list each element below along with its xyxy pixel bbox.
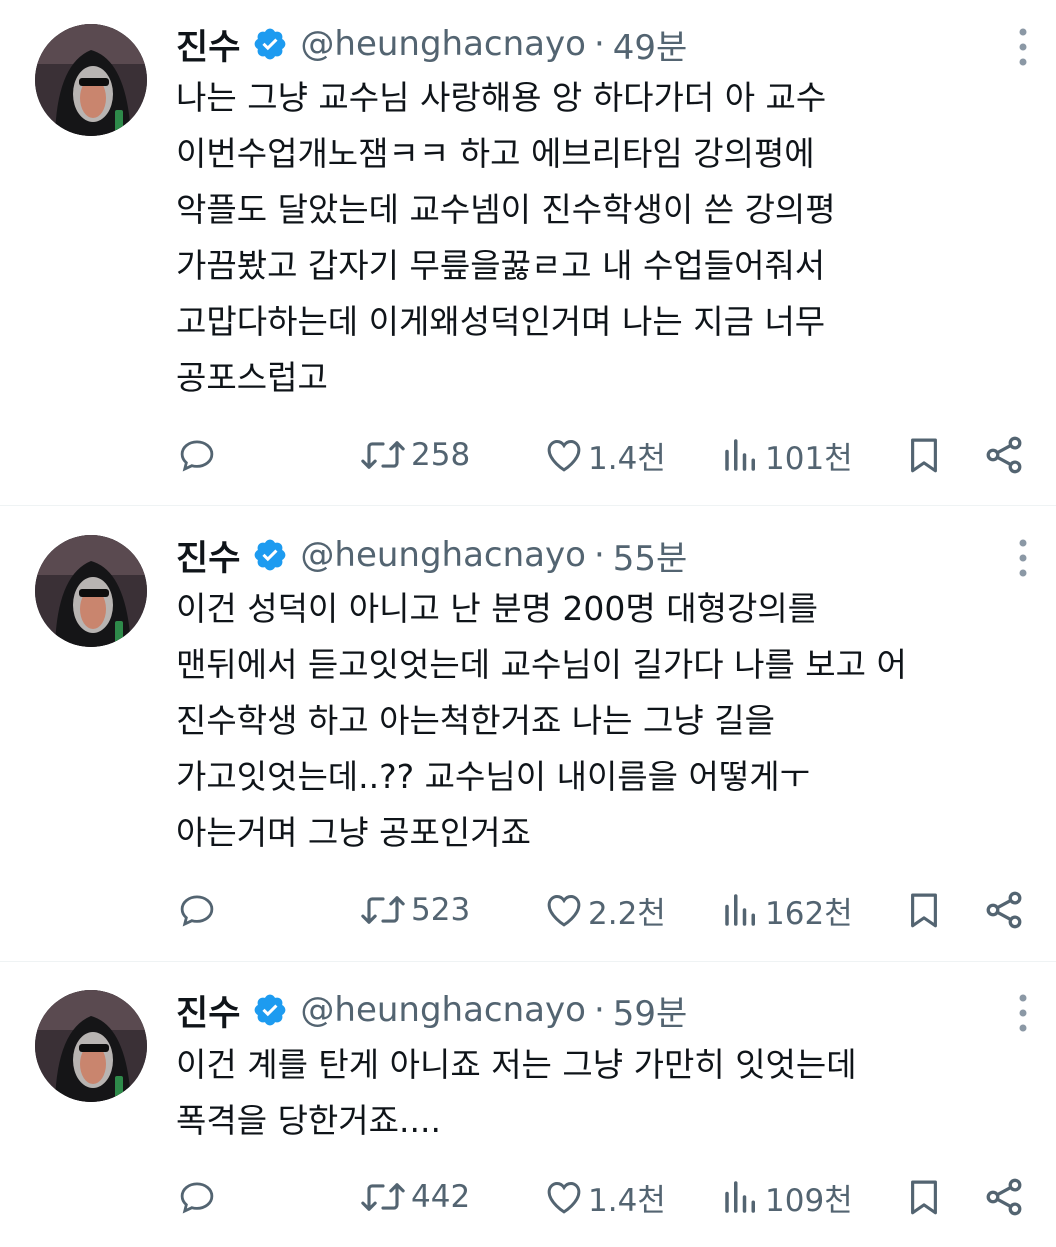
verified-badge-icon bbox=[255, 994, 286, 1026]
reply-button[interactable] bbox=[176, 431, 218, 479]
retweet-count: 523 bbox=[411, 892, 471, 928]
like-count: 2.2천 bbox=[588, 895, 666, 932]
action-bar: 442 1.4천 109천 bbox=[176, 1173, 1036, 1221]
tweet-text-line: 이건 성덕이 아니고 난 분명 200명 대형강의를 bbox=[176, 589, 819, 628]
like-count: 1.4천 bbox=[588, 1182, 666, 1219]
tweet-text: 이건 성덕이 아니고 난 분명 200명 대형강의를 맨뒤에서 듣고잇엇는데 교… bbox=[176, 581, 1036, 861]
tweet-text-line: 공포스럽고 bbox=[176, 358, 328, 397]
like-button[interactable]: 2.2천 bbox=[543, 886, 666, 934]
action-bar: 258 1.4천 101천 bbox=[176, 431, 1036, 479]
views-icon bbox=[725, 1181, 755, 1213]
more-icon[interactable] bbox=[1012, 533, 1034, 583]
verified-badge-icon bbox=[255, 28, 286, 60]
like-button[interactable]: 1.4천 bbox=[543, 1173, 666, 1221]
tweet-3[interactable]: 진수 @heunghacnayo · 59분 이건 계를 탄게 아니죠 저는 그… bbox=[0, 962, 1056, 1247]
retweet-icon bbox=[361, 896, 405, 924]
reply-icon bbox=[180, 440, 214, 472]
tweet-header: 진수 @heunghacnayo · 59분 bbox=[176, 986, 688, 1035]
retweet-button[interactable]: 258 bbox=[358, 431, 470, 479]
retweet-icon bbox=[361, 441, 405, 469]
share-icon[interactable] bbox=[982, 1175, 1026, 1219]
separator-dot: · bbox=[593, 24, 605, 64]
tweet-text-line: 이건 계를 탄게 아니죠 저는 그냥 가만히 잇엇는데 bbox=[176, 1045, 857, 1084]
tweet-header: 진수 @heunghacnayo · 55분 bbox=[176, 531, 688, 580]
timestamp[interactable]: 59분 bbox=[613, 986, 688, 1035]
tweet-1[interactable]: 진수 @heunghacnayo · 49분 나는 그냥 교수님 사랑해용 앙 … bbox=[0, 0, 1056, 505]
display-name[interactable]: 진수 bbox=[176, 530, 240, 581]
views-button[interactable]: 109천 bbox=[720, 1173, 853, 1221]
views-button[interactable]: 101천 bbox=[720, 431, 853, 479]
display-name[interactable]: 진수 bbox=[176, 19, 240, 70]
tweet-text-line: 가끔봤고 갑자기 무릎을꿇ㄹ고 내 수업들어줘서 bbox=[176, 246, 826, 285]
handle[interactable]: @heunghacnayo bbox=[300, 535, 586, 575]
tweet-text-line: 맨뒤에서 듣고잇엇는데 교수님이 길가다 나를 보고 어 bbox=[176, 645, 907, 684]
handle[interactable]: @heunghacnayo bbox=[300, 24, 586, 64]
tweet-text-line: 진수학생 하고 아는척한거죠 나는 그냥 길을 bbox=[176, 701, 775, 740]
tweet-text: 이건 계를 탄게 아니죠 저는 그냥 가만히 잇엇는데 폭격을 당한거죠.... bbox=[176, 1037, 1036, 1149]
tweet-2[interactable]: 진수 @heunghacnayo · 55분 이건 성덕이 아니고 난 분명 2… bbox=[0, 506, 1056, 961]
views-count: 162천 bbox=[765, 895, 853, 932]
timestamp[interactable]: 49분 bbox=[613, 20, 688, 69]
retweet-button[interactable]: 442 bbox=[358, 1173, 470, 1221]
retweet-count: 258 bbox=[411, 437, 471, 473]
tweet-text-line: 고맙다하는데 이게왜성덕인거며 나는 지금 너무 bbox=[176, 302, 826, 341]
avatar[interactable] bbox=[35, 990, 147, 1102]
like-icon bbox=[547, 1182, 581, 1214]
more-icon[interactable] bbox=[1012, 988, 1034, 1038]
like-count: 1.4천 bbox=[588, 440, 666, 477]
separator-dot: · bbox=[593, 535, 605, 575]
views-button[interactable]: 162천 bbox=[720, 886, 853, 934]
avatar[interactable] bbox=[35, 535, 147, 647]
share-icon[interactable] bbox=[982, 888, 1026, 932]
tweet-text-line: 폭격을 당한거죠.... bbox=[176, 1101, 441, 1140]
retweet-button[interactable]: 523 bbox=[358, 886, 470, 934]
bookmark-icon[interactable] bbox=[903, 1175, 945, 1219]
reply-icon bbox=[180, 895, 214, 927]
tweet-text-line: 아는거며 그냥 공포인거죠 bbox=[176, 813, 531, 852]
action-bar: 523 2.2천 162천 bbox=[176, 886, 1036, 934]
display-name[interactable]: 진수 bbox=[176, 985, 240, 1036]
share-icon[interactable] bbox=[982, 433, 1026, 477]
handle[interactable]: @heunghacnayo bbox=[300, 990, 586, 1030]
bookmark-icon[interactable] bbox=[903, 888, 945, 932]
tweet-text-line: 가고잇엇는데..?? 교수님이 내이름을 어떻게ㅜ bbox=[176, 757, 810, 796]
like-button[interactable]: 1.4천 bbox=[543, 431, 666, 479]
more-icon[interactable] bbox=[1012, 22, 1034, 72]
reply-button[interactable] bbox=[176, 886, 218, 934]
retweet-count: 442 bbox=[411, 1179, 471, 1215]
reply-icon bbox=[180, 1182, 214, 1214]
like-icon bbox=[547, 440, 581, 472]
bookmark-icon[interactable] bbox=[903, 433, 945, 477]
reply-button[interactable] bbox=[176, 1173, 218, 1221]
tweet-text-line: 악플도 달았는데 교수넴이 진수학생이 쓴 강의평 bbox=[176, 190, 836, 229]
tweet-text-line: 나는 그냥 교수님 사랑해용 앙 하다가더 아 교수 bbox=[176, 78, 827, 117]
tweet-text: 나는 그냥 교수님 사랑해용 앙 하다가더 아 교수 이번수업개노잼ㅋㅋ 하고 … bbox=[176, 70, 1036, 406]
views-icon bbox=[725, 894, 755, 926]
separator-dot: · bbox=[593, 990, 605, 1030]
timestamp[interactable]: 55분 bbox=[613, 531, 688, 580]
retweet-icon bbox=[361, 1183, 405, 1211]
tweet-header: 진수 @heunghacnayo · 49분 bbox=[176, 20, 688, 69]
views-icon bbox=[725, 439, 755, 471]
like-icon bbox=[547, 895, 581, 927]
views-count: 109천 bbox=[765, 1182, 853, 1219]
verified-badge-icon bbox=[255, 539, 286, 571]
avatar[interactable] bbox=[35, 24, 147, 136]
tweet-text-line: 이번수업개노잼ㅋㅋ 하고 에브리타임 강의평에 bbox=[176, 134, 815, 173]
views-count: 101천 bbox=[765, 440, 853, 477]
